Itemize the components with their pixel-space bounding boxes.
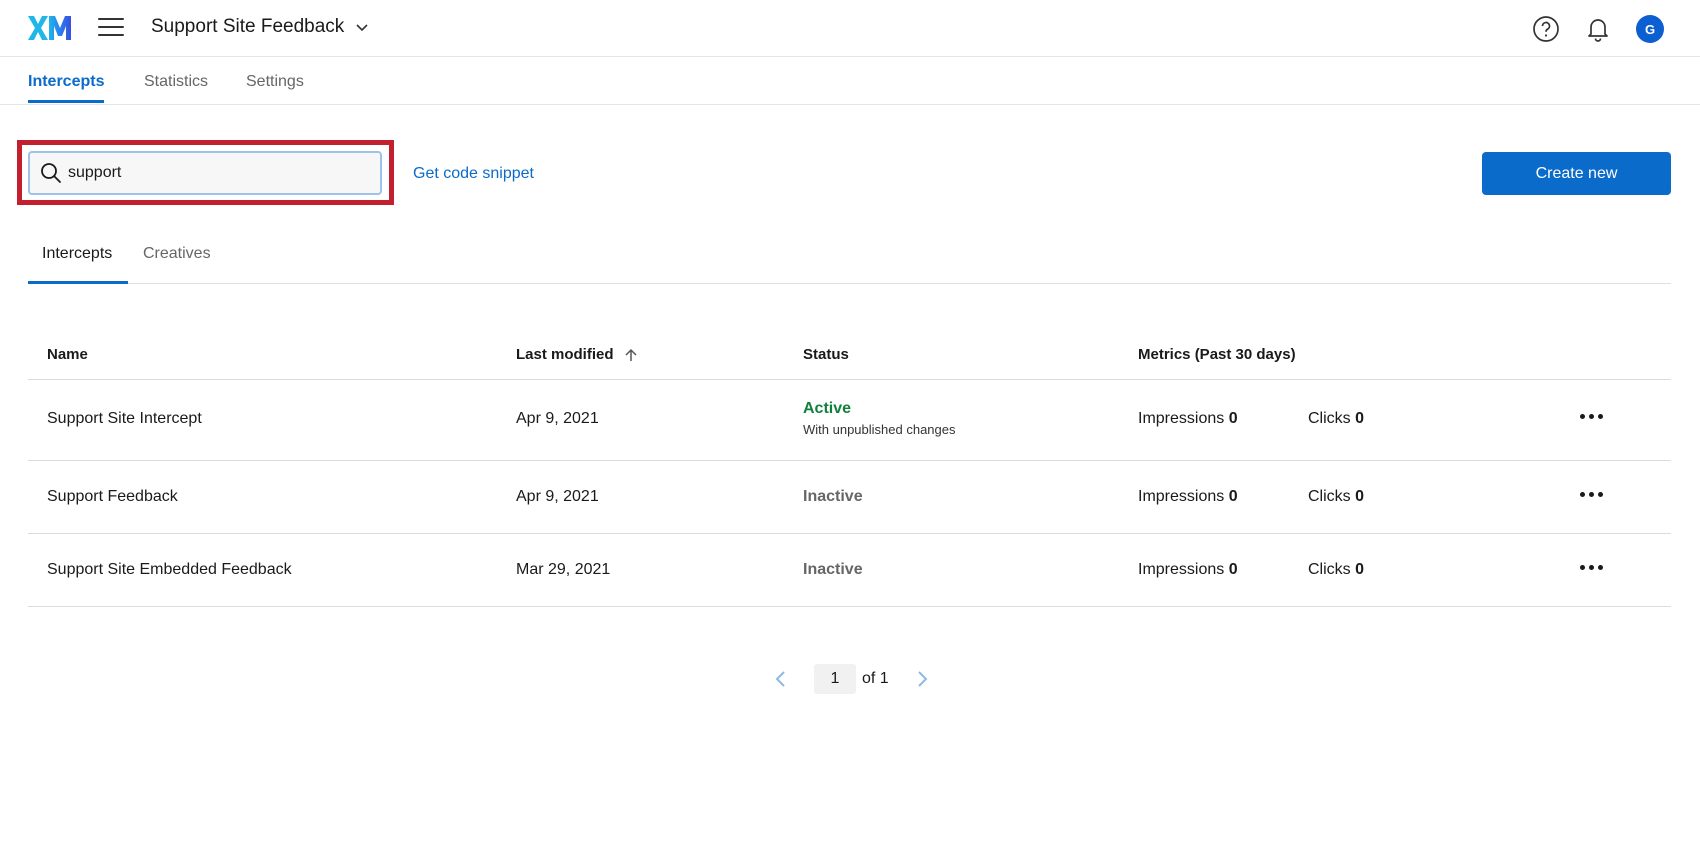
status-badge: Inactive bbox=[803, 488, 863, 505]
impressions-value: 0 bbox=[1228, 561, 1238, 578]
get-code-snippet-link[interactable]: Get code snippet bbox=[413, 165, 534, 183]
clicks-metric: Clicks 0 bbox=[1308, 410, 1364, 428]
avatar[interactable]: G bbox=[1636, 15, 1664, 43]
main-nav: Intercepts Statistics Settings bbox=[0, 57, 1700, 105]
clicks-value: 0 bbox=[1355, 561, 1365, 578]
search-box[interactable] bbox=[28, 151, 382, 195]
intercepts-table: Name Last modified Status Metrics (Past … bbox=[28, 330, 1671, 607]
chevron-right-icon[interactable] bbox=[911, 668, 933, 690]
subtab-intercepts[interactable]: Intercepts bbox=[28, 245, 128, 284]
column-header-name[interactable]: Name bbox=[47, 346, 88, 363]
clicks-label: Clicks bbox=[1308, 561, 1351, 578]
clicks-value: 0 bbox=[1355, 410, 1365, 427]
create-new-button[interactable]: Create new bbox=[1482, 152, 1671, 195]
impressions-metric: Impressions 0 bbox=[1138, 488, 1238, 506]
impressions-label: Impressions bbox=[1138, 410, 1225, 427]
xm-logo-icon[interactable] bbox=[27, 14, 73, 42]
help-icon[interactable] bbox=[1532, 15, 1560, 43]
impressions-label: Impressions bbox=[1138, 561, 1225, 578]
chevron-left-icon[interactable] bbox=[770, 668, 792, 690]
table-row[interactable]: Support Site Embedded Feedback Mar 29, 2… bbox=[28, 534, 1671, 607]
hamburger-menu-icon[interactable] bbox=[98, 18, 124, 38]
clicks-metric: Clicks 0 bbox=[1308, 488, 1364, 506]
clicks-value: 0 bbox=[1355, 488, 1365, 505]
status-badge: Active bbox=[803, 400, 852, 417]
subtab-creatives[interactable]: Creatives bbox=[143, 245, 211, 284]
intercept-name[interactable]: Support Site Embedded Feedback bbox=[47, 561, 292, 579]
impressions-label: Impressions bbox=[1138, 488, 1225, 505]
last-modified-date: Apr 9, 2021 bbox=[516, 488, 599, 505]
project-title-dropdown[interactable]: Support Site Feedback bbox=[151, 16, 370, 38]
sub-tabs: Intercepts Creatives bbox=[28, 230, 1671, 284]
clicks-metric: Clicks 0 bbox=[1308, 561, 1364, 579]
tab-statistics[interactable]: Statistics bbox=[144, 73, 208, 103]
tab-settings[interactable]: Settings bbox=[246, 73, 304, 103]
project-title: Support Site Feedback bbox=[151, 16, 345, 37]
tab-intercepts[interactable]: Intercepts bbox=[28, 73, 105, 103]
impressions-value: 0 bbox=[1228, 488, 1238, 505]
table-row[interactable]: Support Feedback Apr 9, 2021 Inactive Im… bbox=[28, 461, 1671, 534]
chevron-down-icon bbox=[356, 24, 368, 32]
intercept-name[interactable]: Support Site Intercept bbox=[47, 410, 202, 428]
more-options-icon[interactable] bbox=[1580, 492, 1604, 502]
clicks-label: Clicks bbox=[1308, 488, 1351, 505]
top-header: Support Site Feedback G bbox=[0, 0, 1700, 57]
status-cell: Active With unpublished changes bbox=[803, 400, 956, 437]
page-number-input[interactable]: 1 bbox=[814, 664, 856, 694]
impressions-metric: Impressions 0 bbox=[1138, 561, 1238, 579]
status-note: With unpublished changes bbox=[803, 422, 956, 437]
search-icon bbox=[41, 163, 61, 183]
pagination: 1 of 1 bbox=[770, 664, 933, 694]
more-options-icon[interactable] bbox=[1580, 565, 1604, 575]
table-row[interactable]: Support Site Intercept Apr 9, 2021 Activ… bbox=[28, 380, 1671, 461]
bell-icon[interactable] bbox=[1584, 15, 1612, 43]
last-modified-date: Apr 9, 2021 bbox=[516, 410, 599, 427]
impressions-metric: Impressions 0 bbox=[1138, 410, 1238, 428]
search-input[interactable] bbox=[68, 164, 368, 182]
clicks-label: Clicks bbox=[1308, 410, 1351, 427]
impressions-value: 0 bbox=[1228, 410, 1238, 427]
intercept-name[interactable]: Support Feedback bbox=[47, 488, 178, 506]
column-header-metrics: Metrics (Past 30 days) bbox=[1138, 346, 1296, 363]
sort-ascending-icon bbox=[625, 348, 637, 362]
more-options-icon[interactable] bbox=[1580, 414, 1604, 424]
page-total: of 1 bbox=[862, 670, 889, 687]
status-badge: Inactive bbox=[803, 561, 863, 578]
table-header: Name Last modified Status Metrics (Past … bbox=[28, 330, 1671, 380]
column-header-status[interactable]: Status bbox=[803, 346, 849, 363]
column-header-last-modified[interactable]: Last modified bbox=[516, 346, 638, 363]
column-header-last-modified-label: Last modified bbox=[516, 346, 614, 363]
last-modified-date: Mar 29, 2021 bbox=[516, 561, 611, 578]
